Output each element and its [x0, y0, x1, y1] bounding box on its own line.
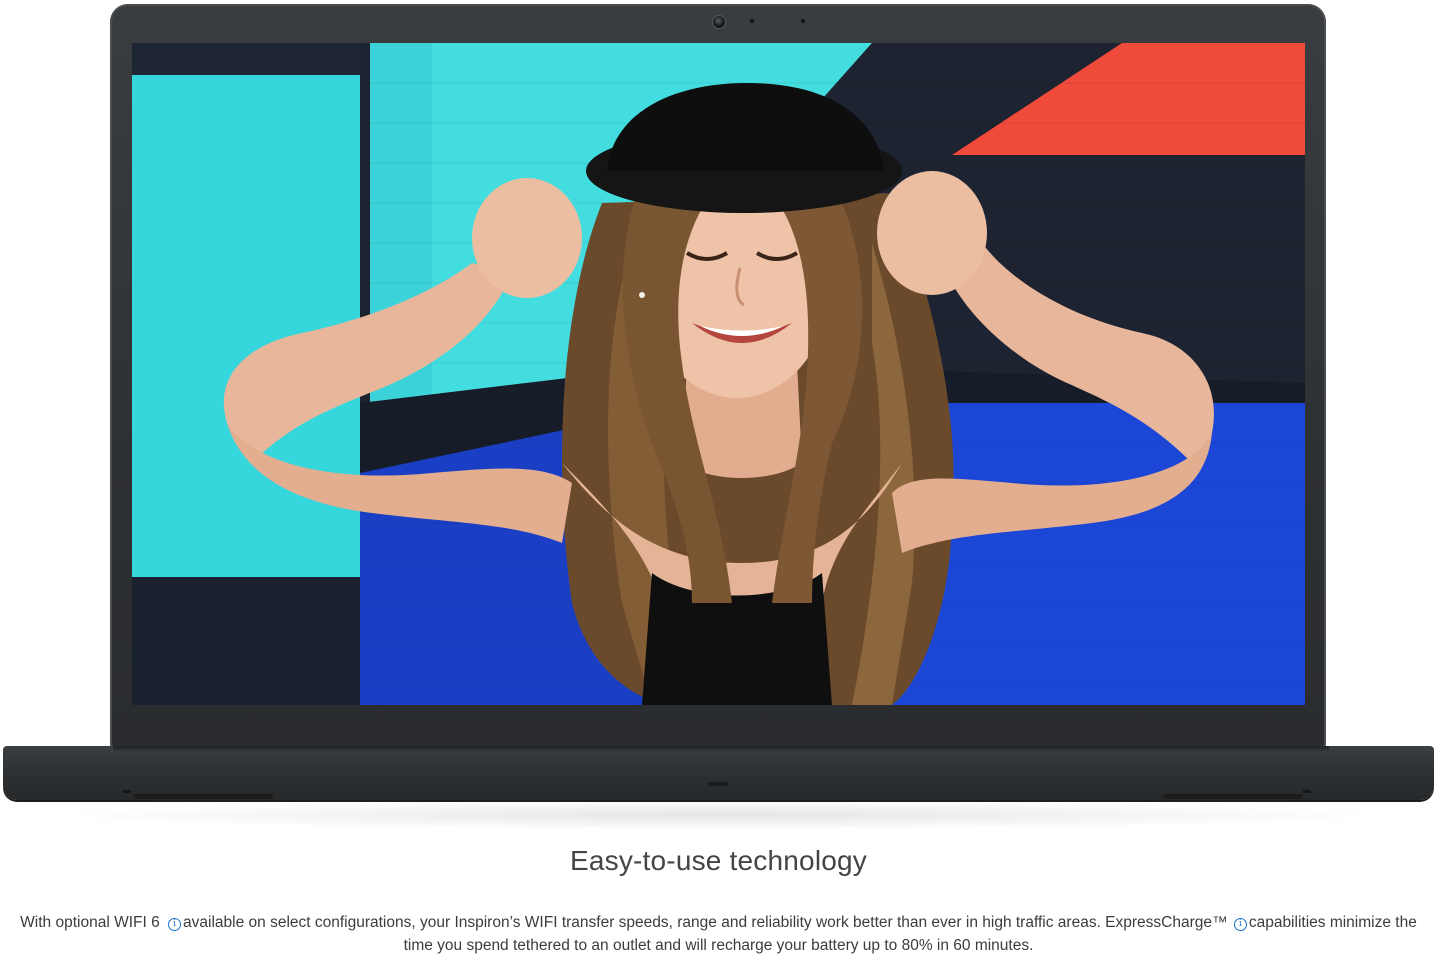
- lid-opening-notch: [708, 782, 728, 786]
- sensor-dot: [801, 19, 805, 23]
- sensor-dot: [750, 19, 754, 23]
- product-feature-page: Easy-to-use technology With optional WIF…: [0, 0, 1437, 959]
- info-icon[interactable]: i: [168, 918, 182, 931]
- laptop-foot: [133, 794, 273, 799]
- laptop-hinge: [113, 746, 1329, 752]
- feature-heading: Easy-to-use technology: [569, 845, 867, 876]
- laptop-foot: [1163, 794, 1303, 799]
- info-icon[interactable]: i: [1233, 918, 1247, 931]
- description-text: available on select configurations, your…: [183, 914, 1232, 931]
- port-indicator: [1303, 790, 1311, 793]
- laptop-screen-photo: [132, 43, 1305, 705]
- feature-description: With optional WIFI 6 i available on selec…: [20, 911, 1417, 957]
- port-indicator: [123, 790, 131, 793]
- laptop-base: [3, 746, 1434, 800]
- description-text: With optional WIFI 6: [20, 914, 165, 931]
- floor-shadow: [40, 800, 1400, 830]
- webcam-icon: [712, 15, 726, 29]
